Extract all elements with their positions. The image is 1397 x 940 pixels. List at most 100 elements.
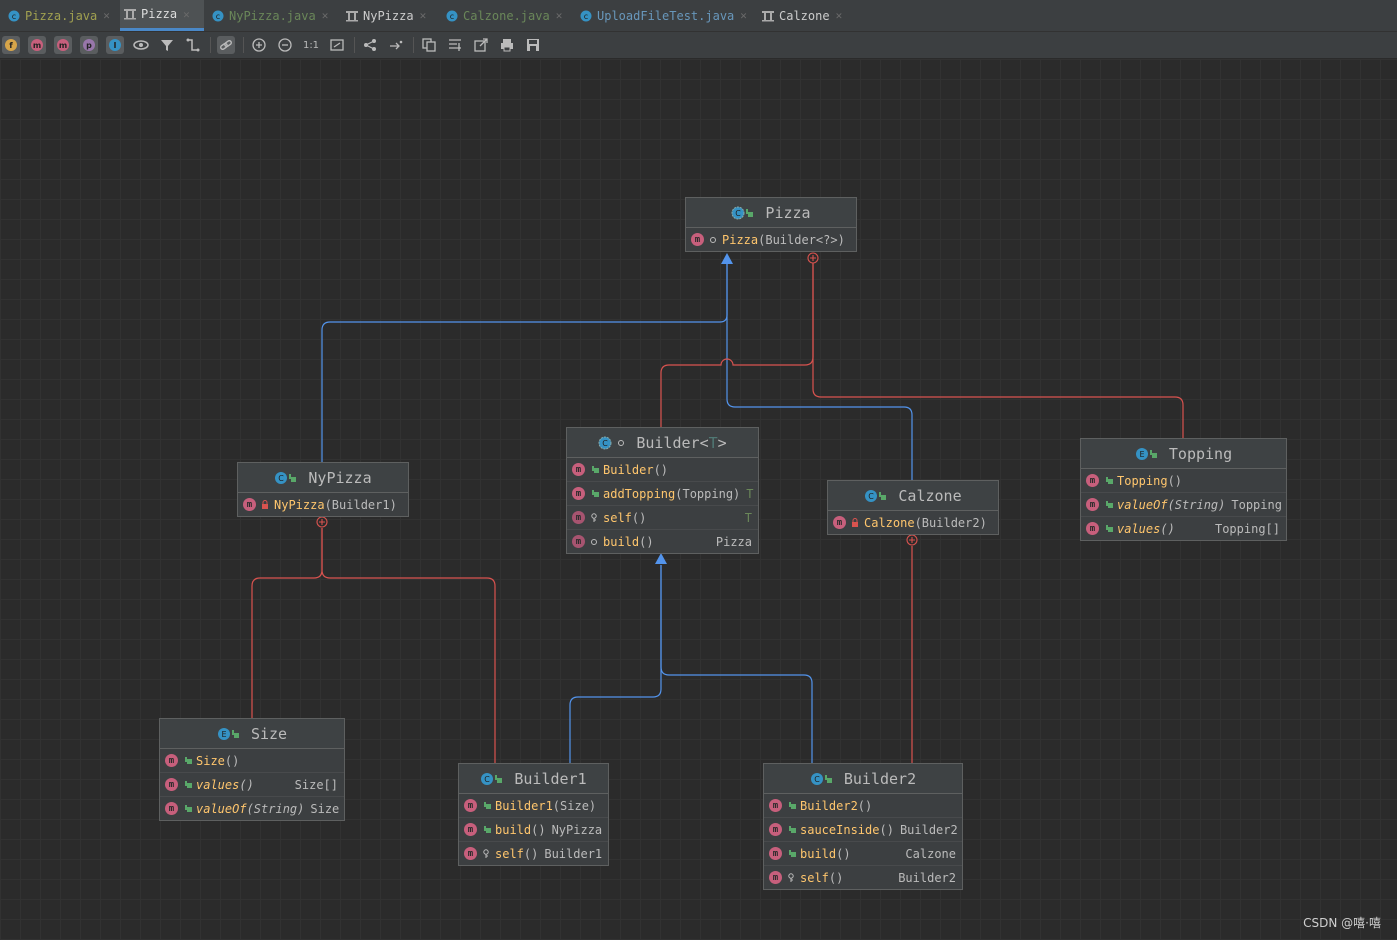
type-bracket: <	[699, 433, 709, 452]
member-row[interactable]: m addTopping (Topping) T	[567, 481, 758, 505]
edge-topping-inner-pizza	[812, 263, 1184, 438]
public-icon	[1103, 500, 1113, 509]
member-row[interactable]: m Builder()	[567, 458, 758, 481]
member-name: values	[1117, 521, 1161, 536]
enum-node-topping[interactable]: E Topping m Topping() m valueOf (String) …	[1080, 438, 1287, 541]
svg-text:C: C	[603, 439, 609, 448]
class-name: Builder	[636, 433, 700, 452]
class-node-builder2[interactable]: C Builder2 m Builder2() m sauceInside() …	[763, 763, 963, 890]
member-row[interactable]: m Builder1 (Size)	[459, 794, 608, 817]
inheritance-arrowhead	[655, 553, 667, 564]
class-node-pizza[interactable]: C Pizza m Pizza (Builder<?>)	[685, 197, 857, 252]
node-header: C NyPizza	[238, 463, 408, 493]
member-params: (Builder1)	[324, 497, 397, 512]
member-name: Pizza	[722, 232, 759, 247]
class-node-builder[interactable]: C Builder < T > m Builder() m addTopping (To…	[566, 427, 759, 554]
watermark: CSDN @嘻·嘻	[1303, 916, 1381, 930]
member-params: (String)	[246, 801, 305, 816]
member-name: sauceInside	[800, 822, 880, 837]
member-row[interactable]: m Builder2()	[764, 794, 962, 817]
node-header: C Pizza	[686, 198, 856, 228]
public-icon	[786, 801, 796, 810]
method-icon: m	[769, 871, 782, 884]
class-node-nypizza[interactable]: C NyPizza m NyPizza (Builder1)	[237, 462, 409, 517]
member-name: self	[603, 510, 632, 525]
enum-node-size[interactable]: E Size m Size() m values() Size[] m valu…	[159, 718, 345, 821]
method-icon: m	[769, 847, 782, 860]
member-params: ()	[879, 822, 894, 837]
svg-text:C: C	[814, 775, 820, 784]
class-name: Builder2	[843, 769, 917, 788]
method-icon: m	[769, 799, 782, 812]
member-return-type: Builder2	[899, 822, 958, 837]
member-name: self	[495, 846, 524, 861]
class-icon: C	[274, 471, 298, 485]
member-row[interactable]: m valueOf (String) Size	[160, 796, 344, 820]
svg-text:C: C	[869, 492, 875, 501]
member-row[interactable]: m Topping()	[1081, 469, 1286, 492]
member-row[interactable]: m build() Pizza	[567, 529, 758, 553]
member-name: Builder2	[800, 798, 858, 813]
abstract-method-icon: m	[572, 535, 585, 548]
abstract-class-icon: C	[598, 436, 626, 450]
member-return-type: Size	[310, 801, 340, 816]
protected-key-icon	[481, 848, 491, 859]
type-bracket: >	[717, 433, 727, 452]
member-return-type: T	[746, 486, 754, 501]
member-return-type: Calzone	[905, 846, 956, 861]
member-params: (Topping)	[675, 486, 741, 501]
type-parameter: T	[708, 433, 718, 452]
member-return-type: Topping[]	[1214, 521, 1280, 536]
static-method-icon: m	[1086, 498, 1099, 511]
node-header: E Size	[160, 719, 344, 749]
method-icon: m	[243, 498, 256, 511]
member-return-type: NyPizza	[551, 822, 603, 837]
method-icon: m	[769, 823, 782, 836]
node-header: C Calzone	[828, 481, 998, 511]
method-icon: m	[833, 516, 846, 529]
member-row[interactable]: m build() NyPizza	[459, 817, 608, 841]
class-node-calzone[interactable]: C Calzone m Calzone (Builder2)	[827, 480, 999, 535]
class-icon: C	[864, 489, 888, 503]
node-header: C Builder2	[764, 764, 962, 794]
member-row[interactable]: m values() Topping[]	[1081, 516, 1286, 540]
member-params: (String)	[1167, 497, 1226, 512]
member-row[interactable]: m self() Builder2	[764, 865, 962, 889]
class-name: Size	[250, 724, 288, 743]
member-name: build	[495, 822, 532, 837]
member-params: ()	[836, 846, 851, 861]
method-icon: m	[572, 487, 585, 500]
member-row[interactable]: m values() Size[]	[160, 772, 344, 796]
member-return-type: Builder2	[898, 870, 956, 885]
member-row[interactable]: m self() T	[567, 505, 758, 529]
node-header: C Builder1	[459, 764, 608, 794]
static-method-icon: m	[165, 778, 178, 791]
member-name: valueOf	[1117, 497, 1168, 512]
member-row[interactable]: m sauceInside() Builder2	[764, 817, 962, 841]
public-icon	[786, 825, 796, 834]
abstract-class-icon: C	[731, 206, 755, 220]
static-method-icon: m	[165, 802, 178, 815]
public-icon	[481, 825, 491, 834]
class-node-builder1[interactable]: C Builder1 m Builder1 (Size) m build() Ny…	[458, 763, 609, 866]
package-private-icon	[708, 236, 718, 244]
svg-text:C: C	[279, 474, 285, 483]
member-row[interactable]: m Size()	[160, 749, 344, 772]
class-name: Pizza	[765, 203, 811, 222]
member-row[interactable]: m Calzone (Builder2)	[828, 511, 998, 534]
member-row[interactable]: m build() Calzone	[764, 841, 962, 865]
private-lock-icon	[850, 518, 860, 527]
member-row[interactable]: m Pizza (Builder<?>)	[686, 228, 856, 251]
class-name: Builder1	[514, 769, 587, 788]
member-row[interactable]: m self() Builder1	[459, 841, 608, 865]
member-row[interactable]: m valueOf (String) Topping	[1081, 492, 1286, 516]
member-row[interactable]: m NyPizza (Builder1)	[238, 493, 408, 516]
member-params: ()	[857, 798, 873, 813]
protected-key-icon	[786, 872, 796, 883]
svg-text:C: C	[736, 209, 742, 218]
enum-icon: E	[1135, 447, 1159, 461]
member-name: build	[800, 846, 837, 861]
member-params: ()	[828, 870, 844, 885]
member-params: ()	[653, 462, 669, 477]
member-params: (Builder2)	[914, 515, 987, 530]
